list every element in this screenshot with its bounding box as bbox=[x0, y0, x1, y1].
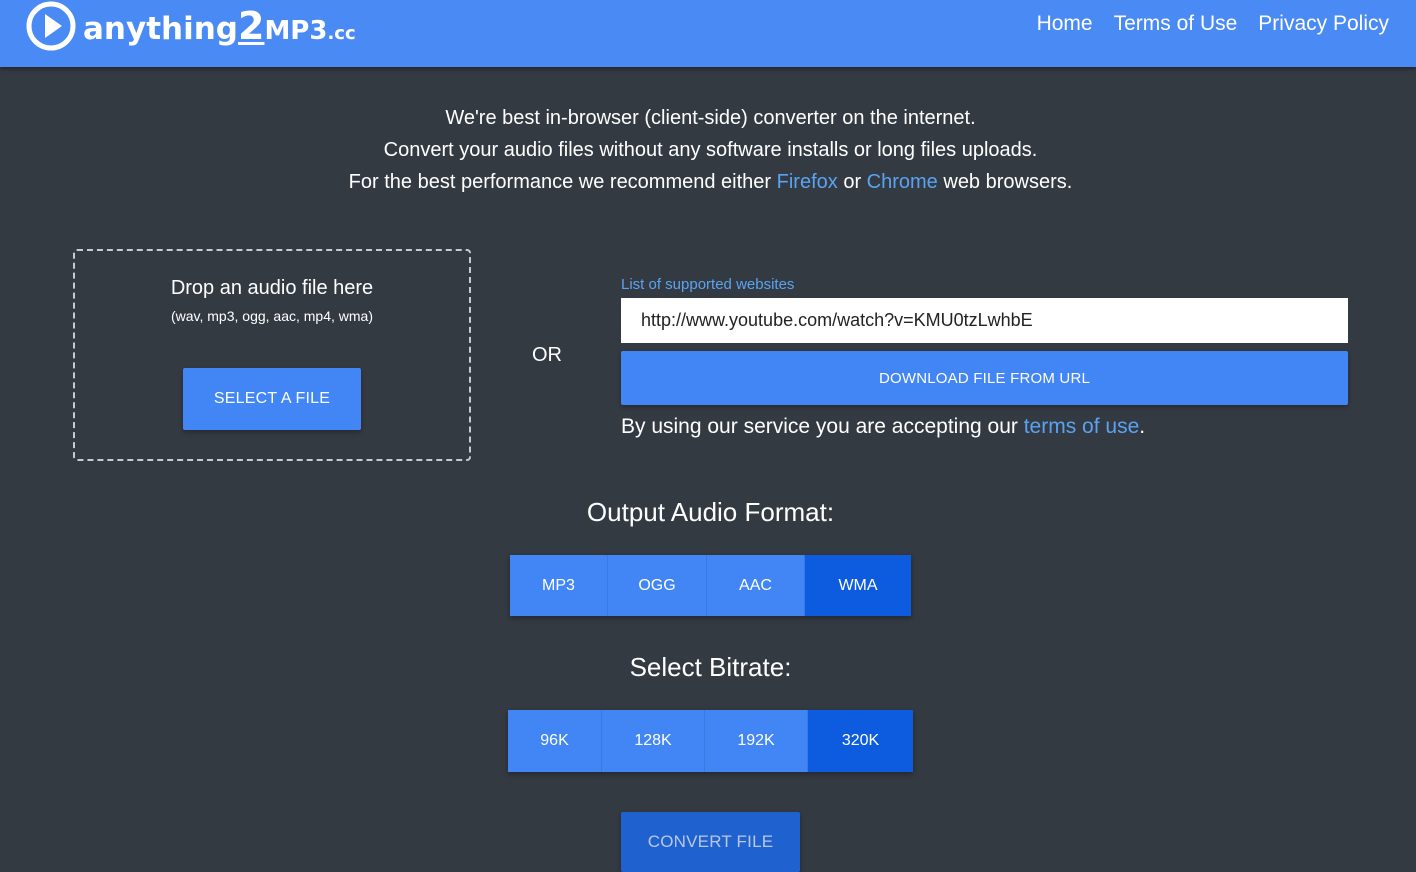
bitrate-title: Select Bitrate: bbox=[629, 652, 792, 682]
intro-line-3-suffix: web browsers. bbox=[937, 171, 1073, 193]
top-nav: Home Terms of Use Privacy Policy bbox=[1037, 10, 1389, 37]
logo-part-cc: .cc bbox=[327, 23, 356, 44]
format-mp3-button[interactable]: MP3 bbox=[510, 555, 608, 616]
logo-part-anything: anything bbox=[83, 11, 238, 47]
header-bar: anything2MP3.cc Home Terms of Use Privac… bbox=[0, 0, 1416, 67]
accept-prefix: By using our service you are accepting o… bbox=[621, 415, 1024, 438]
nav-terms-link[interactable]: Terms of Use bbox=[1114, 10, 1238, 37]
bitrate-192k-button[interactable]: 192K bbox=[705, 710, 808, 772]
dropzone-title: Drop an audio file here bbox=[170, 277, 374, 299]
bitrate-button-group: 96K 128K 192K 320K bbox=[508, 710, 913, 772]
terms-acceptance-text: By using our service you are accepting o… bbox=[621, 415, 1145, 439]
format-aac-button[interactable]: AAC bbox=[707, 555, 805, 616]
intro-line-3-prefix: For the best performance we recommend ei… bbox=[348, 171, 777, 193]
chrome-link[interactable]: Chrome bbox=[867, 171, 938, 193]
nav-home-link[interactable]: Home bbox=[1037, 10, 1093, 37]
site-logo[interactable]: anything2MP3.cc bbox=[25, 0, 356, 52]
intro-line-1: We're best in-browser (client-side) conv… bbox=[445, 107, 976, 129]
url-input[interactable] bbox=[621, 298, 1348, 343]
bitrate-96k-button[interactable]: 96K bbox=[508, 710, 602, 772]
logo-part-2: 2 bbox=[237, 4, 265, 48]
format-ogg-button[interactable]: OGG bbox=[608, 555, 707, 616]
nav-privacy-link[interactable]: Privacy Policy bbox=[1258, 10, 1389, 37]
format-wma-button[interactable]: WMA bbox=[805, 555, 911, 616]
firefox-link[interactable]: Firefox bbox=[777, 171, 838, 193]
intro-line-3-or: or bbox=[837, 171, 867, 193]
download-from-url-button[interactable]: DOWNLOAD FILE FROM URL bbox=[621, 351, 1348, 405]
terms-of-use-link[interactable]: terms of use bbox=[1024, 415, 1140, 438]
intro-line-3: For the best performance we recommend ei… bbox=[0, 166, 1416, 198]
format-button-group: MP3 OGG AAC WMA bbox=[510, 555, 911, 616]
or-separator: OR bbox=[532, 344, 562, 366]
supported-websites-link[interactable]: List of supported websites bbox=[621, 276, 794, 293]
bitrate-320k-button[interactable]: 320K bbox=[808, 710, 913, 772]
logo-wordmark: anything2MP3.cc bbox=[83, 7, 356, 45]
accept-suffix: . bbox=[1139, 415, 1146, 438]
dropzone-formats: (wav, mp3, ogg, aac, mp4, wma) bbox=[170, 308, 374, 324]
play-icon bbox=[26, 1, 76, 51]
logo-part-mp3: MP3 bbox=[264, 16, 328, 46]
intro-line-2: Convert your audio files without any sof… bbox=[383, 139, 1038, 161]
file-dropzone[interactable]: Drop an audio file here (wav, mp3, ogg, … bbox=[73, 249, 471, 461]
intro-text: We're best in-browser (client-side) conv… bbox=[0, 102, 1416, 198]
select-file-button[interactable]: SELECT A FILE bbox=[183, 368, 361, 430]
convert-file-button[interactable]: CONVERT FILE bbox=[621, 812, 800, 872]
bitrate-128k-button[interactable]: 128K bbox=[602, 710, 705, 772]
output-format-title: Output Audio Format: bbox=[586, 497, 835, 527]
